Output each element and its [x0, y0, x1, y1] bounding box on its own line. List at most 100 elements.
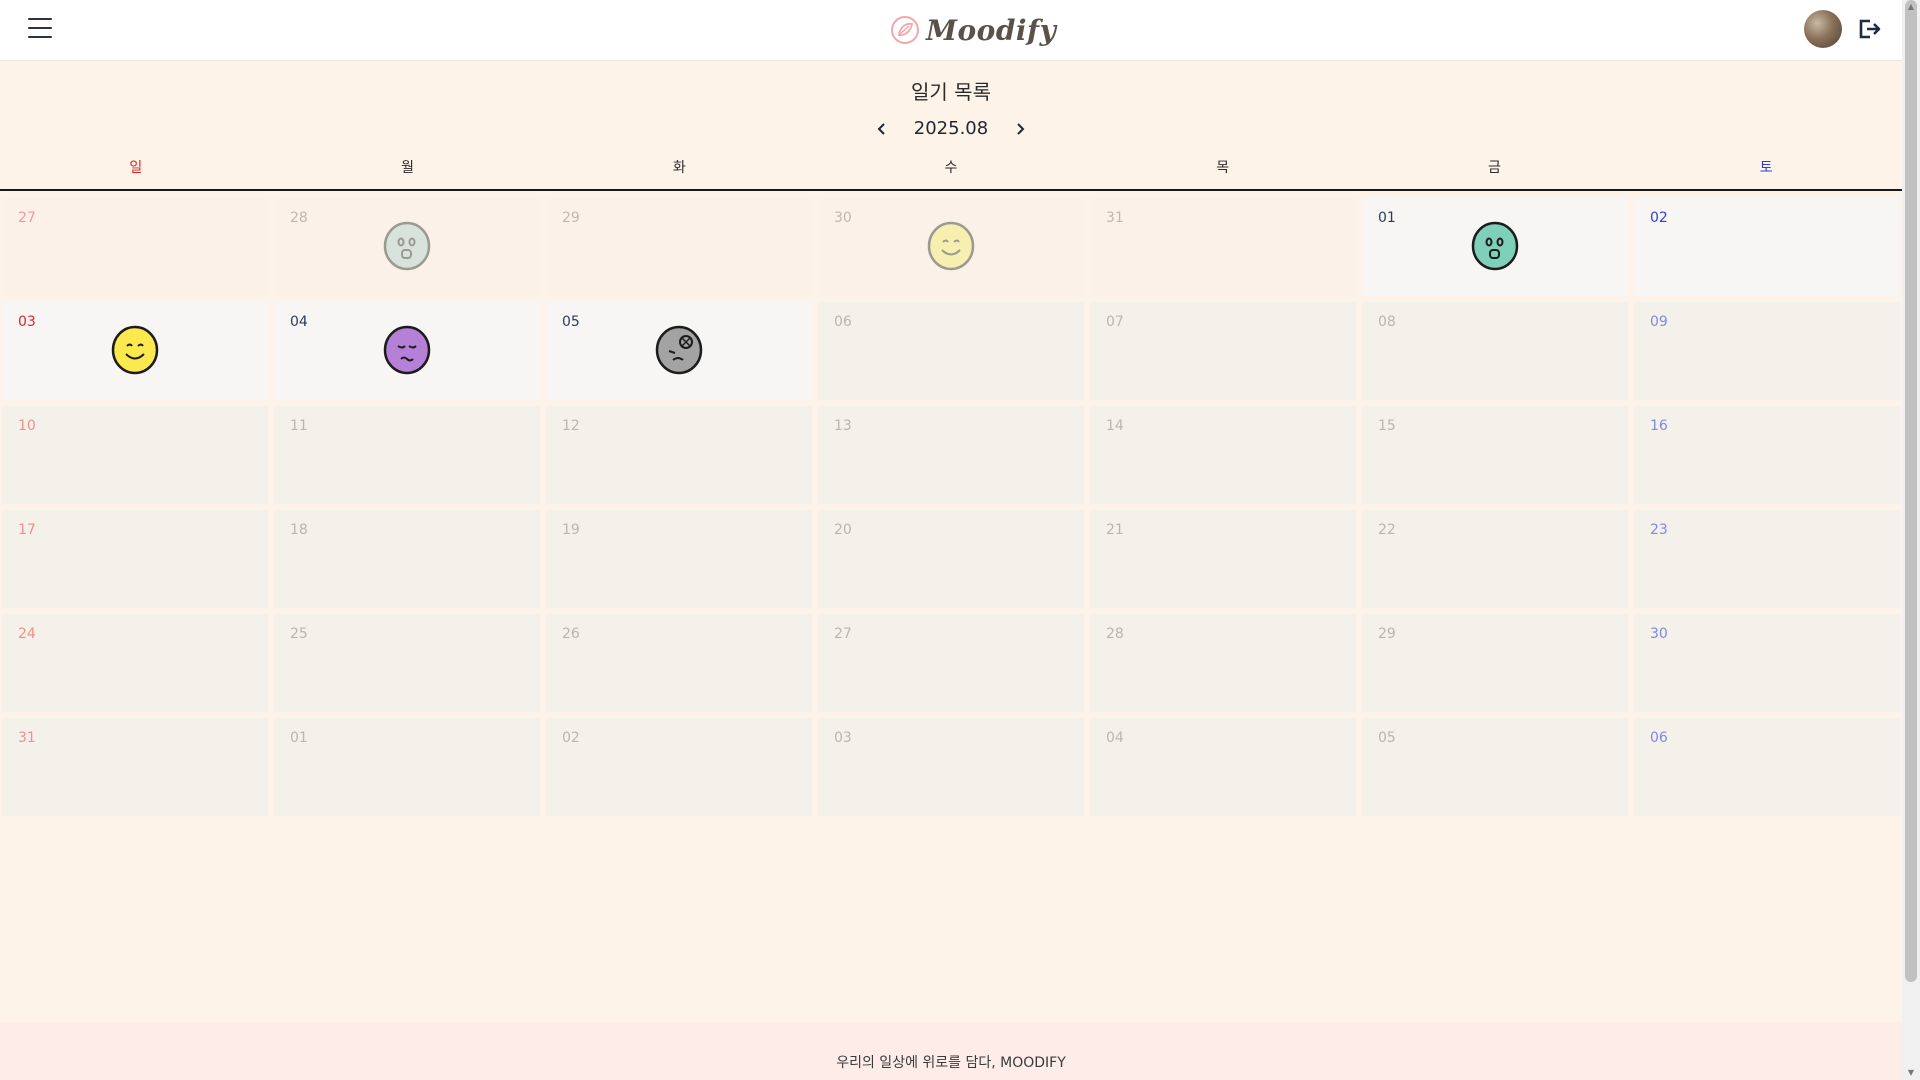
calendar-day-cell[interactable]: 04 — [1090, 718, 1356, 816]
mood-happy-icon — [111, 325, 159, 375]
weekday-wed: 수 — [944, 160, 958, 176]
prev-month-button[interactable] — [872, 119, 892, 139]
scroll-down-arrow-icon[interactable]: ▼ — [1906, 1068, 1916, 1078]
day-number: 04 — [290, 314, 308, 330]
day-number: 07 — [1106, 314, 1124, 330]
app-logo[interactable]: Moodify — [890, 10, 1056, 50]
calendar-day-cell[interactable]: 02 — [1634, 198, 1900, 296]
calendar-day-cell[interactable]: 05 — [1362, 718, 1628, 816]
calendar-day-cell[interactable]: 02 — [546, 718, 812, 816]
day-number: 31 — [1106, 210, 1124, 226]
logo-text: Moodify — [926, 13, 1057, 47]
day-number: 24 — [18, 626, 36, 642]
calendar-day-cell[interactable]: 21 — [1090, 510, 1356, 608]
day-number: 05 — [1378, 730, 1396, 746]
day-number: 29 — [1378, 626, 1396, 642]
calendar-day-cell[interactable]: 03 — [818, 718, 1084, 816]
calendar-day-cell[interactable]: 17 — [2, 510, 268, 608]
calendar-day-cell[interactable]: 03 — [2, 302, 268, 400]
day-number: 17 — [18, 522, 36, 538]
day-number: 06 — [834, 314, 852, 330]
day-number: 26 — [562, 626, 580, 642]
month-navigation: 2025.08 — [0, 118, 1902, 139]
logout-icon[interactable] — [1855, 15, 1883, 43]
calendar-day-cell[interactable]: 27 — [818, 614, 1084, 712]
day-number: 20 — [834, 522, 852, 538]
calendar-day-cell[interactable]: 11 — [274, 406, 540, 504]
day-number: 28 — [290, 210, 308, 226]
weekday-mon: 월 — [401, 160, 414, 176]
day-number: 03 — [834, 730, 852, 746]
calendar-day-cell[interactable]: 06 — [1634, 718, 1900, 816]
calendar-day-cell[interactable]: 14 — [1090, 406, 1356, 504]
day-number: 25 — [290, 626, 308, 642]
calendar-day-cell[interactable]: 10 — [2, 406, 268, 504]
weekday-header: 일 월 화 수 목 금 토 — [0, 156, 1902, 191]
calendar-day-cell[interactable]: 07 — [1090, 302, 1356, 400]
day-number: 23 — [1650, 522, 1668, 538]
calendar-day-cell[interactable]: 08 — [1362, 302, 1628, 400]
day-number: 28 — [1106, 626, 1124, 642]
mood-tired-icon — [655, 325, 703, 375]
hamburger-menu-icon[interactable] — [28, 18, 52, 40]
weekday-fri: 금 — [1487, 160, 1501, 176]
day-number: 09 — [1650, 314, 1668, 330]
day-number: 18 — [290, 522, 308, 538]
day-number: 27 — [834, 626, 852, 642]
calendar-day-cell[interactable]: 30 — [1634, 614, 1900, 712]
day-number: 30 — [1650, 626, 1668, 642]
calendar-grid: 27 28 29 30 31 01 02 03 04 05 06 07 08 09 10 11 12 13 14 15… — [0, 198, 1902, 816]
calendar-day-cell[interactable]: 04 — [274, 302, 540, 400]
calendar-day-cell[interactable]: 16 — [1634, 406, 1900, 504]
calendar-day-cell[interactable]: 28 — [274, 198, 540, 296]
user-avatar[interactable] — [1804, 10, 1842, 48]
calendar-day-cell[interactable]: 01 — [1362, 198, 1628, 296]
mood-surprised-icon — [1471, 221, 1519, 271]
calendar-day-cell[interactable]: 27 — [2, 198, 268, 296]
calendar-day-cell[interactable]: 06 — [818, 302, 1084, 400]
calendar-day-cell[interactable]: 24 — [2, 614, 268, 712]
day-number: 19 — [562, 522, 580, 538]
calendar-day-cell[interactable]: 12 — [546, 406, 812, 504]
calendar-day-cell[interactable]: 29 — [1362, 614, 1628, 712]
scroll-up-arrow-icon[interactable]: ▲ — [1906, 2, 1916, 12]
calendar-day-cell[interactable]: 01 — [274, 718, 540, 816]
calendar-day-cell[interactable]: 13 — [818, 406, 1084, 504]
calendar-day-cell[interactable]: 31 — [2, 718, 268, 816]
day-number: 06 — [1650, 730, 1668, 746]
calendar-day-cell[interactable]: 15 — [1362, 406, 1628, 504]
day-number: 01 — [290, 730, 308, 746]
calendar-day-cell[interactable]: 29 — [546, 198, 812, 296]
day-number: 31 — [18, 730, 36, 746]
calendar-day-cell[interactable]: 19 — [546, 510, 812, 608]
day-number: 05 — [562, 314, 580, 330]
current-month-label: 2025.08 — [913, 118, 989, 139]
day-number: 14 — [1106, 418, 1124, 434]
day-number: 02 — [562, 730, 580, 746]
day-number: 01 — [1378, 210, 1396, 226]
calendar-day-cell[interactable]: 22 — [1362, 510, 1628, 608]
footer-text: 우리의 일상에 위로를 담다, MOODIFY — [836, 1055, 1066, 1071]
calendar-day-cell[interactable]: 30 — [818, 198, 1084, 296]
scrollbar-thumb[interactable] — [1905, 0, 1917, 982]
chevron-left-icon — [877, 122, 885, 135]
day-number: 03 — [18, 314, 36, 330]
calendar-day-cell[interactable]: 05 — [546, 302, 812, 400]
calendar-day-cell[interactable]: 09 — [1634, 302, 1900, 400]
chevron-right-icon — [1017, 122, 1025, 135]
mood-happy-icon — [927, 221, 975, 271]
calendar-day-cell[interactable]: 26 — [546, 614, 812, 712]
next-month-button[interactable] — [1010, 119, 1030, 139]
calendar-day-cell[interactable]: 20 — [818, 510, 1084, 608]
leaf-logo-icon — [891, 16, 919, 44]
calendar-day-cell[interactable]: 31 — [1090, 198, 1356, 296]
mood-neutral-icon — [383, 221, 431, 271]
day-number: 15 — [1378, 418, 1396, 434]
day-number: 08 — [1378, 314, 1396, 330]
calendar-day-cell[interactable]: 18 — [274, 510, 540, 608]
calendar-day-cell[interactable]: 28 — [1090, 614, 1356, 712]
calendar-day-cell[interactable]: 23 — [1634, 510, 1900, 608]
calendar-day-cell[interactable]: 25 — [274, 614, 540, 712]
mood-sad-icon — [383, 325, 431, 375]
day-number: 11 — [290, 418, 308, 434]
